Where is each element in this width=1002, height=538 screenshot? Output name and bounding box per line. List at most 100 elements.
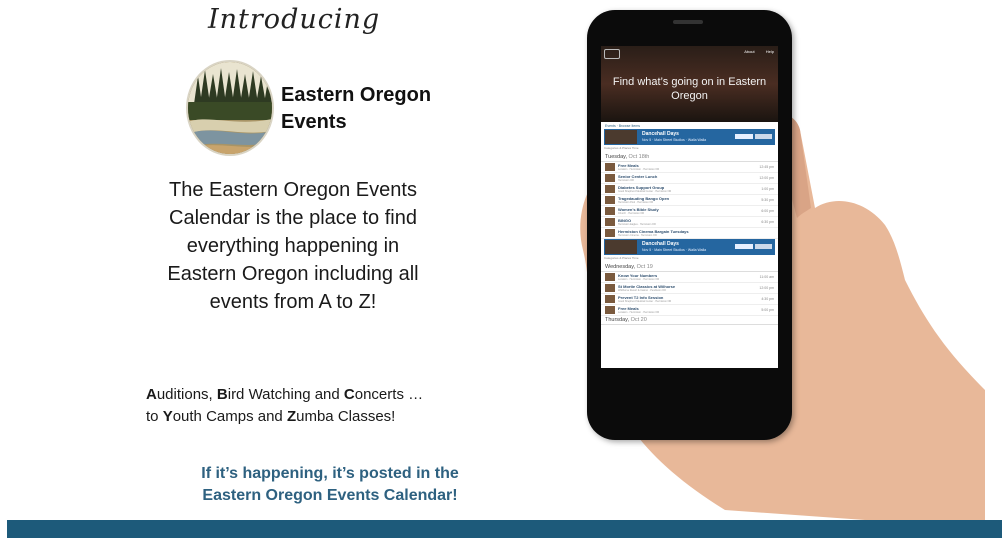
letter-a: A	[146, 386, 157, 403]
event-thumbnail	[605, 229, 615, 237]
event-thumbnail	[605, 273, 615, 281]
tagline-line1: If it’s happening, it’s posted in the	[201, 465, 459, 482]
event-thumbnail	[605, 185, 615, 193]
letter-y: Y	[162, 408, 173, 425]
featured-banner-1[interactable]: Dancehall Days Nov 5 · Main Street Studi…	[604, 129, 775, 145]
event-meta: Location · Hermiston · Hermiston OR	[618, 278, 660, 281]
banner-subtitle: Nov 5 · Main Street Studios · Walla Wall…	[642, 138, 707, 142]
hero-title: Find what’s going on in Eastern Oregon	[612, 76, 767, 102]
list-item[interactable]: Senior Center Lunch Hermiston OR 12:00 pm	[601, 173, 778, 184]
event-time: 6:00 pm	[761, 209, 774, 213]
day-date: Oct 19	[636, 264, 653, 270]
list-item[interactable]: Hermiston Cinema Bargain Tuesdays Hermist…	[601, 228, 778, 239]
footer-bar	[7, 520, 1002, 538]
tagline-line2: Eastern Oregon Events Calendar!	[202, 487, 458, 504]
intro-heading: Introducing	[208, 4, 381, 35]
event-thumbnail	[605, 174, 615, 182]
event-meta: Good Shepherd Medical Center · Hermiston…	[618, 190, 672, 193]
screen-tabs[interactable]: Events · Browse Items	[601, 122, 778, 129]
event-thumbnail	[605, 306, 615, 314]
a-to-z-text: Auditions, Bird Watching and Concerts … …	[146, 384, 506, 428]
filter-toolbar[interactable]: Categories & Places Time	[604, 146, 775, 152]
event-time: 6:30 pm	[761, 220, 774, 224]
phone-screen: About Help Find what’s going on in Easte…	[601, 46, 778, 368]
brand-logo	[186, 60, 274, 156]
day-heading: Wednesday, Oct 19	[601, 263, 778, 272]
event-thumbnail	[605, 284, 615, 292]
list-item[interactable]: Know Your Numbers Location · Hermiston · …	[601, 272, 778, 283]
az-word-1: uditions,	[156, 386, 217, 403]
letter-c: C	[343, 386, 355, 403]
event-thumbnail	[605, 218, 615, 226]
filter-toolbar[interactable]: Categories & Places Time	[604, 256, 775, 262]
event-time: 12:00 pm	[759, 176, 774, 180]
banner-subtitle: Nov 5 · Main Street Studios · Walla Wall…	[642, 248, 707, 252]
letter-z: Z	[286, 408, 297, 425]
banner-button-2[interactable]	[755, 134, 772, 139]
a-to-z-line2: to Youth Camps and Zumba Classes!	[146, 406, 506, 428]
banner-button-2[interactable]	[755, 244, 772, 249]
featured-banner-2[interactable]: Dancehall Days Nov 5 · Main Street Studi…	[604, 239, 775, 255]
list-item[interactable]: BINGO Hermiston Eagles · Hermiston OR 6:30…	[601, 217, 778, 228]
banner-button-1[interactable]	[735, 134, 753, 139]
event-time: 5:30 pm	[761, 198, 774, 202]
site-logo-icon[interactable]	[604, 49, 620, 59]
list-item[interactable]: Tragedauding Bango Open Hermiston Pool · …	[601, 195, 778, 206]
az-word-2: ird Watching and	[227, 386, 344, 403]
letter-b: B	[216, 386, 228, 403]
phone-device: About Help Find what’s going on in Easte…	[587, 10, 792, 440]
nav-about-link[interactable]: About	[744, 49, 754, 54]
event-meta: Hermiston Eagles · Hermiston OR	[618, 223, 656, 226]
brand-name-line2: Events	[281, 111, 347, 133]
event-thumbnail	[605, 207, 615, 215]
banner-title: Dancehall Days	[642, 241, 679, 247]
event-meta: Wildhorse Resort & Casino · Pendleton OR	[618, 289, 666, 292]
event-meta: Hermiston Pool · Hermiston OR	[618, 201, 654, 204]
list-item[interactable]: Free Meals Location · Hermiston · Hermist…	[601, 162, 778, 173]
list-item[interactable]: Diabetes Support Group Good Shepherd Medi…	[601, 184, 778, 195]
banner-button-1[interactable]	[735, 244, 753, 249]
brand-name-line1: Eastern Oregon	[281, 84, 432, 106]
event-time: 5:00 pm	[761, 308, 774, 312]
day-date: Oct 18th	[628, 154, 650, 160]
brand-name: Eastern Oregon Events	[281, 82, 471, 136]
banner-image	[605, 130, 637, 144]
event-meta: Location · Hermiston · Hermiston OR	[618, 311, 660, 314]
tagline: If it’s happening, it’s posted in the Ea…	[150, 463, 510, 507]
event-time: 1:00 pm	[761, 187, 774, 191]
az-word-6: umba Classes!	[296, 408, 396, 425]
event-meta: Hermiston OR	[618, 179, 634, 182]
phone-speaker	[673, 20, 703, 24]
day-heading: Thursday, Oct 20	[601, 316, 778, 325]
day-name: Thursday,	[605, 317, 630, 323]
nav-help-link[interactable]: Help	[766, 49, 774, 54]
banner-image	[605, 240, 637, 254]
event-time: 12:00 pm	[759, 286, 774, 290]
list-item[interactable]: Free Meals Location · Hermiston · Hermist…	[601, 305, 778, 316]
day-heading: Tuesday, Oct 18th	[601, 153, 778, 162]
screen-nav: About Help	[734, 49, 774, 54]
event-time: 11:00 am	[759, 275, 774, 279]
az-word-4: to	[146, 408, 163, 425]
list-item[interactable]: Women’s Bible Study Church · Hermiston OR…	[601, 206, 778, 217]
brand-block: Eastern Oregon Events	[186, 60, 466, 156]
event-meta: Good Shepherd Medical Center · Hermiston…	[618, 300, 672, 303]
az-word-5: outh Camps and	[172, 408, 287, 425]
description-text: The Eastern Oregon Events Calendar is th…	[167, 179, 419, 313]
event-meta: Location · Hermiston · Hermiston OR	[618, 168, 660, 171]
day-date: Oct 20	[630, 317, 647, 323]
list-item[interactable]: Prevent T2 Info Session Good Shepherd Med…	[601, 294, 778, 305]
event-time: 4:30 pm	[761, 297, 774, 301]
event-meta: Hermiston Cinema · Hermiston OR	[618, 234, 657, 237]
az-word-3: oncerts …	[354, 386, 424, 403]
event-thumbnail	[605, 196, 615, 204]
day-name: Tuesday,	[605, 154, 628, 160]
event-thumbnail	[605, 295, 615, 303]
day-name: Wednesday,	[605, 264, 636, 270]
list-item[interactable]: St Mortie Classics at Wilhorse Wildhorse …	[601, 283, 778, 294]
event-meta: Church · Hermiston OR	[618, 212, 645, 215]
screen-hero: About Help Find what’s going on in Easte…	[601, 46, 778, 122]
a-to-z-line1: Auditions, Bird Watching and Concerts …	[146, 384, 506, 406]
event-thumbnail	[605, 163, 615, 171]
banner-title: Dancehall Days	[642, 131, 679, 137]
